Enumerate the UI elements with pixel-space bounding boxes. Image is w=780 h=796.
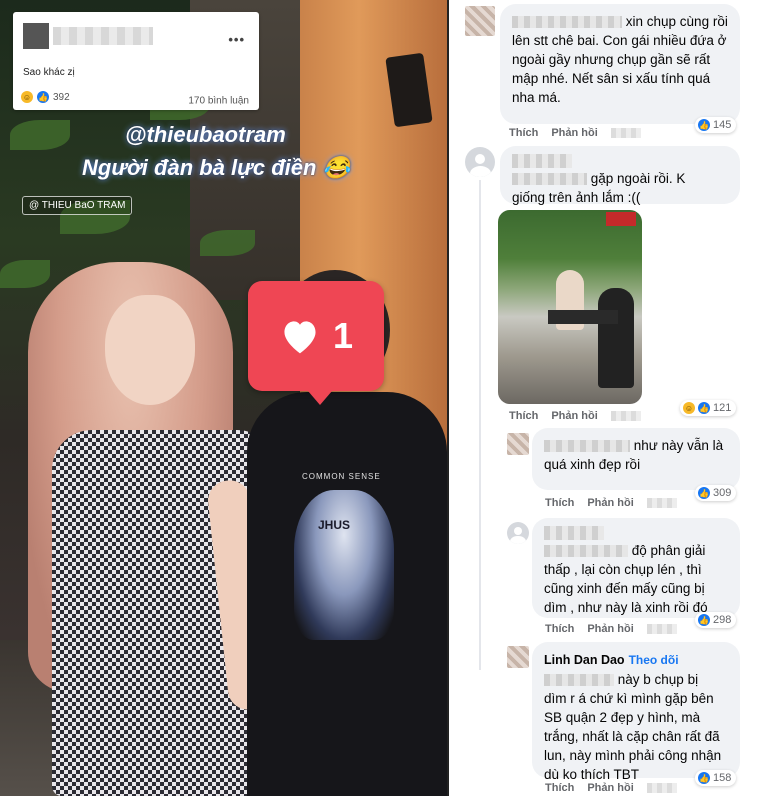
comment-text: gặp ngoài rồi. K <box>590 171 686 186</box>
plant-leaf <box>200 230 255 256</box>
more-dots-icon[interactable]: ••• <box>228 32 245 47</box>
mention-text: @thieubaotram <box>125 122 286 147</box>
comment-bubble: như này vẫn là quá xinh đẹp rồi <box>532 428 740 490</box>
comment-bubble: gặp ngoài rồi. K giống trên ảnh lắm :(( <box>500 146 740 205</box>
reply-button[interactable]: Phản hồi <box>587 782 633 794</box>
comment-text: lên stt chê bai. Con gái nhiều đứa ở ngo… <box>512 33 727 105</box>
tee-print-label: JHUS <box>318 518 351 532</box>
reply-button[interactable]: Phản hồi <box>587 623 633 635</box>
avatar[interactable] <box>465 147 495 177</box>
heart-icon <box>284 321 316 354</box>
comment-text: như này vẫn là <box>633 438 724 453</box>
person <box>598 288 634 388</box>
like-button[interactable]: Thích <box>509 410 538 422</box>
blurred-text <box>544 545 628 558</box>
like-button[interactable]: Thích <box>509 127 538 139</box>
timestamp <box>610 128 641 138</box>
comment-bubble: Linh Dan Dao Theo dõi này b chụp bị dìm r… <box>532 642 740 782</box>
like-button[interactable]: Thích <box>545 497 574 509</box>
like-icon: 👍 <box>698 772 710 784</box>
comment-text: xin chụp cùng rồi <box>625 14 728 29</box>
avatar <box>23 23 49 49</box>
plant-leaf <box>0 260 50 288</box>
comment-actions: Thích Phản hồi <box>545 623 677 635</box>
reply-button[interactable]: Phản hồi <box>551 127 597 139</box>
like-sticker: 1 <box>248 281 384 405</box>
caption-text: Người đàn bà lực điền 😂 <box>82 155 350 180</box>
timestamp <box>646 498 677 508</box>
comment-actions: Thích Phản hồi <box>509 410 641 422</box>
timestamp <box>610 411 641 421</box>
plant-leaf <box>10 120 70 150</box>
timestamp <box>646 624 677 634</box>
tee-text: COMMON SENSE <box>302 472 381 481</box>
timestamp <box>646 783 677 793</box>
watermark: @ THIEU BaO TRAM <box>22 196 133 215</box>
blurred-text <box>544 674 614 687</box>
blurred-name <box>53 27 153 45</box>
haha-icon: ☺ <box>683 402 695 414</box>
reaction-summary[interactable]: ☺ 👍 392 <box>21 91 70 103</box>
comment-actions: Thích Phản hồi <box>545 497 677 509</box>
like-icon: 👍 <box>698 119 710 131</box>
avatar[interactable] <box>507 522 529 544</box>
like-icon: 👍 <box>698 402 710 414</box>
tee-print <box>294 490 394 640</box>
comment-actions: Thích Phản hồi <box>509 127 641 139</box>
comment-author[interactable]: Linh Dan Dao <box>544 653 625 667</box>
like-button[interactable]: Thích <box>545 623 574 635</box>
blurred-name <box>544 526 604 540</box>
like-icon: 👍 <box>37 91 49 103</box>
comment-text: giống trên ảnh lắm :(( <box>512 190 641 205</box>
reply-button[interactable]: Phản hồi <box>551 410 597 422</box>
blurred-name <box>544 440 630 453</box>
reaction-pill[interactable]: ☺ 👍 121 <box>680 400 737 416</box>
like-icon: 👍 <box>698 487 710 499</box>
like-count: 1 <box>332 315 354 356</box>
comment-bubble: độ phân giải thấp , lại còn chụp lén , t… <box>532 518 740 618</box>
sign <box>606 212 636 226</box>
reaction-count: 309 <box>713 487 732 499</box>
reply-button[interactable]: Phản hồi <box>587 497 633 509</box>
thread-line <box>479 180 481 670</box>
comment-count[interactable]: 170 bình luận <box>188 96 249 107</box>
reaction-count: 392 <box>53 91 70 103</box>
comment-text: thấp , lại còn chụp lén , thì cũng xinh … <box>544 562 708 615</box>
follow-button[interactable]: Theo dõi <box>629 653 679 667</box>
table <box>548 310 618 324</box>
comment-actions: Thích Phản hồi <box>545 782 677 794</box>
like-icon: 👍 <box>698 614 710 626</box>
blurred-name <box>512 16 622 29</box>
reaction-pill[interactable]: 👍 309 <box>695 485 737 501</box>
like-button[interactable]: Thích <box>545 782 574 794</box>
story-photo: COMMON SENSE JHUS 1 @thieubaotram Người … <box>0 0 447 796</box>
haha-icon: ☺ <box>21 91 33 103</box>
comment-photo[interactable] <box>498 210 642 404</box>
blurred-text <box>512 173 587 186</box>
comment-text: này b chụp bị <box>617 672 699 687</box>
girl-face <box>105 295 195 405</box>
reaction-pill[interactable]: 👍 298 <box>695 612 737 628</box>
avatar[interactable] <box>465 6 495 36</box>
reaction-count: 121 <box>713 402 732 414</box>
post-text: Sao khác zị <box>23 67 75 78</box>
reaction-count: 298 <box>713 614 732 626</box>
blurred-name <box>512 154 572 168</box>
comment-bubble: xin chụp cùng rồi lên stt chê bai. Con g… <box>500 4 740 124</box>
reaction-count: 145 <box>713 119 732 131</box>
reaction-pill[interactable]: 👍 145 <box>695 117 737 133</box>
post-card: ••• Sao khác zị ☺ 👍 392 170 bình luận <box>13 12 259 110</box>
avatar[interactable] <box>507 433 529 455</box>
comment-text: độ phân giải <box>631 543 706 558</box>
reaction-count: 158 <box>713 772 732 784</box>
avatar[interactable] <box>507 646 529 668</box>
comment-text: quá xinh đẹp rồi <box>544 457 641 472</box>
reaction-pill[interactable]: 👍 158 <box>695 770 737 786</box>
